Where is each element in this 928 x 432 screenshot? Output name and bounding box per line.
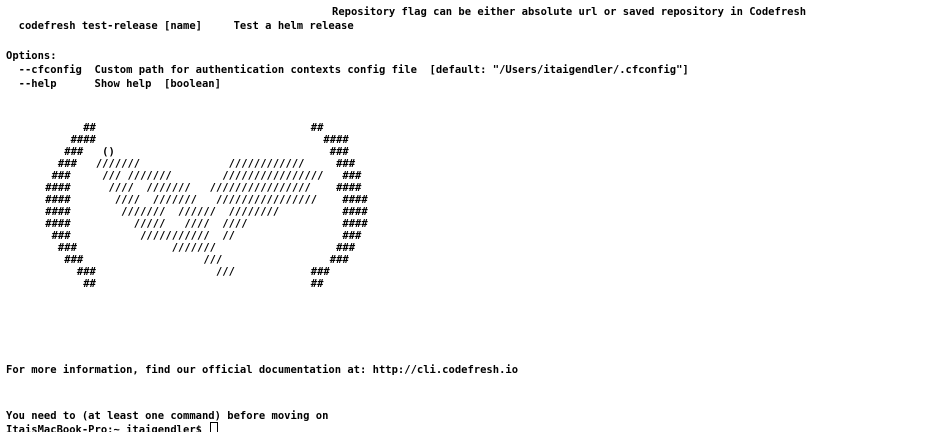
prompt-text: ItaisMacBook-Pro:~ itaigendler$ <box>6 424 209 432</box>
option-cfconfig: --cfconfig Custom path for authenticatio… <box>6 64 689 76</box>
ascii-art: ## ## #### #### ### () ### ### /////// /… <box>45 122 368 290</box>
options-header: Options: <box>6 50 57 62</box>
codefresh-ascii-logo: ## ## #### #### ### () ### ### /////// /… <box>0 122 928 332</box>
repository-flag-text: Repository flag can be either absolute u… <box>332 6 807 18</box>
documentation-info: For more information, find our official … <box>6 364 519 376</box>
option-help: --help Show help [boolean] <box>6 78 221 90</box>
prompt-message: You need to (at least one command) befor… <box>6 410 329 422</box>
terminal-window[interactable]: Repository flag can be either absolute u… <box>0 0 928 432</box>
shell-prompt[interactable]: ItaisMacBook-Pro:~ itaigendler$ <box>6 422 219 432</box>
command-help-line: codefresh test-release [name] Test a hel… <box>6 20 354 32</box>
text-cursor <box>210 422 219 432</box>
